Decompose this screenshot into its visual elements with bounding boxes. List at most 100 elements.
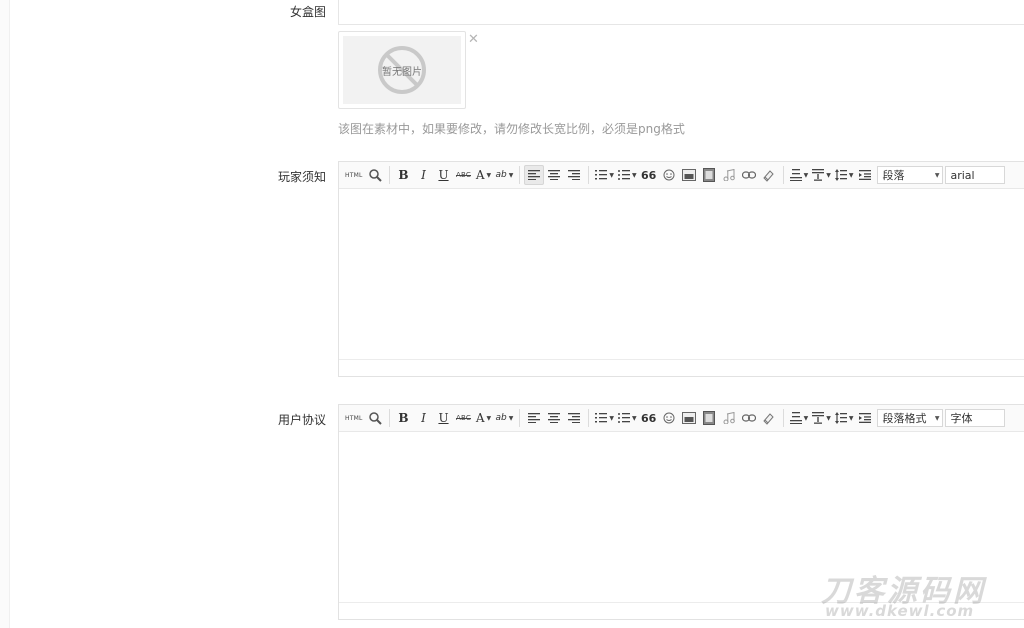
row-spacing-top-icon[interactable]: ▼ [788,165,811,185]
highlight-button[interactable]: ab ▼ [494,408,516,428]
align-left-icon[interactable] [524,408,544,428]
line-height-icon[interactable]: ▼ [833,165,856,185]
italic-button[interactable]: I [414,165,434,185]
remove-image-icon[interactable]: ✕ [468,33,479,46]
highlight-button[interactable]: ab ▼ [494,165,516,185]
rules-editor: HTML B I U ABC A ▼ ab ▼ ▼ ▼ 66 ▼ ▼ ▼ 段落 … [338,161,1024,377]
font-family-select-value: arial [950,168,975,182]
font-select[interactable]: 字体 [945,409,1006,427]
chevron-down-icon: ▼ [631,171,637,179]
top-input-field[interactable] [338,0,1024,25]
ordered-list-icon[interactable]: ▼ [593,165,616,185]
chevron-down-icon: ▼ [803,414,809,422]
no-image-icon: 暂无图片 [376,44,428,96]
indent-icon[interactable] [855,408,875,428]
underline-button[interactable]: U [434,408,454,428]
align-right-icon[interactable] [564,165,584,185]
font-color-glyph: A [475,168,485,182]
align-right-icon[interactable] [564,408,584,428]
image-upload-box[interactable]: 暂无图片 [338,31,466,109]
rules-label: 玩家须知 [277,170,326,184]
toolbar-separator [388,166,390,184]
editor-status-bar [339,359,1024,376]
preview-icon[interactable] [365,408,385,428]
chevron-down-icon: ▼ [486,414,492,422]
chevron-down-icon: ▼ [934,414,940,422]
font-color-button[interactable]: A ▼ [474,165,494,185]
chevron-down-icon: ▼ [508,171,514,179]
chevron-down-icon: ▼ [826,171,831,179]
girl-box-label: 女盒图 [289,5,326,19]
video-icon[interactable] [699,408,719,428]
preview-icon[interactable] [365,165,385,185]
chevron-down-icon: ▼ [631,414,637,422]
html-source-button[interactable]: HTML [343,165,365,185]
ordered-list-icon[interactable]: ▼ [593,408,616,428]
toolbar-separator [782,166,784,184]
chevron-down-icon: ▼ [609,171,614,179]
highlight-glyph: ab [495,170,507,180]
unordered-list-icon[interactable]: ▼ [616,408,639,428]
row-spacing-top-icon[interactable]: ▼ [788,408,811,428]
toolbar-separator [388,409,390,427]
toolbar-separator [782,409,784,427]
music-icon[interactable] [719,165,739,185]
paragraph-format-select[interactable]: 段落格式 ▼ [877,409,944,427]
align-left-icon[interactable] [524,165,545,185]
toolbar-separator [588,166,590,184]
chevron-down-icon: ▼ [848,171,854,179]
left-rail [0,0,10,628]
toolbar-separator [519,409,521,427]
editor-toolbar: HTML B I U ABC A ▼ ab ▼ ▼ ▼ 66 [339,162,1024,189]
chevron-down-icon: ▼ [508,414,514,422]
agreement-label: 用户协议 [277,413,326,427]
emoji-icon[interactable] [659,408,679,428]
bold-button[interactable]: B [394,408,414,428]
toolbar-separator [519,166,521,184]
music-icon[interactable] [719,408,739,428]
image-placeholder: 暂无图片 [343,36,461,104]
chevron-down-icon: ▼ [934,171,940,179]
line-height-icon[interactable]: ▼ [833,408,856,428]
watermark: 刀客源码网 www.dkewl.com [815,566,1015,624]
highlight-glyph: ab [495,413,507,423]
chevron-down-icon: ▼ [803,171,809,179]
watermark-url: www.dkewl.com [825,602,975,620]
toolbar-separator [588,409,590,427]
chevron-down-icon: ▼ [609,414,614,422]
image-icon[interactable] [679,165,699,185]
row-spacing-bottom-icon[interactable]: ▼ [810,408,833,428]
paragraph-select[interactable]: 段落 ▼ [877,166,944,184]
chevron-down-icon: ▼ [826,414,831,422]
html-source-button[interactable]: HTML [343,408,365,428]
blockquote-icon[interactable]: 66 [639,408,659,428]
video-icon[interactable] [699,165,719,185]
align-center-icon[interactable] [544,408,564,428]
strikethrough-button[interactable]: ABC [454,408,474,428]
no-image-text: 暂无图片 [382,66,422,78]
editor-toolbar: HTML B I U ABC A ▼ ab ▼ ▼ ▼ 66 [339,405,1024,432]
eraser-icon[interactable] [759,165,779,185]
blockquote-icon[interactable]: 66 [639,165,659,185]
underline-button[interactable]: U [434,165,454,185]
paragraph-select-value: 段落 [882,169,905,182]
italic-button[interactable]: I [414,408,434,428]
paragraph-format-select-value: 段落格式 [882,412,927,425]
chevron-down-icon: ▼ [486,171,492,179]
eraser-icon[interactable] [759,408,779,428]
font-family-select[interactable]: arial [945,166,1006,184]
strikethrough-button[interactable]: ABC [454,165,474,185]
link-icon[interactable] [739,165,759,185]
indent-icon[interactable] [855,165,875,185]
bold-button[interactable]: B [394,165,414,185]
font-color-glyph: A [475,411,485,425]
row-spacing-bottom-icon[interactable]: ▼ [810,165,833,185]
font-select-value: 字体 [950,412,973,425]
font-color-button[interactable]: A ▼ [474,408,494,428]
align-center-icon[interactable] [544,165,564,185]
emoji-icon[interactable] [659,165,679,185]
image-icon[interactable] [679,408,699,428]
unordered-list-icon[interactable]: ▼ [616,165,639,185]
rules-edit-area[interactable] [339,189,1024,359]
link-icon[interactable] [739,408,759,428]
